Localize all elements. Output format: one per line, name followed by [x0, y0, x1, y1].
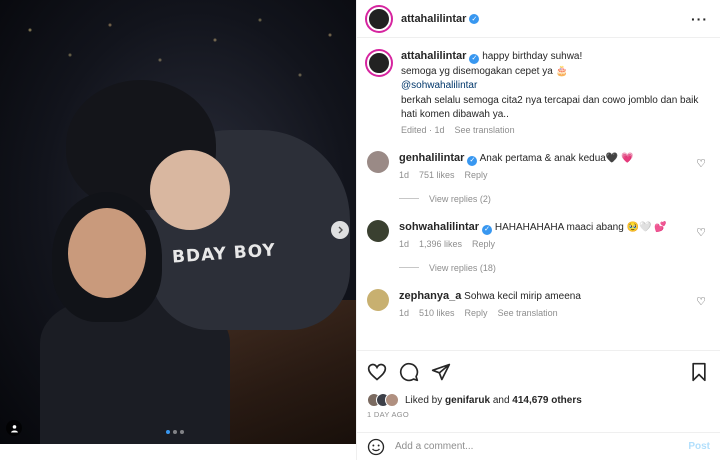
- comments-list[interactable]: attahalilintar ✓ happy birthday suhwa! se…: [357, 39, 720, 349]
- comment-time: 1d: [399, 307, 410, 318]
- comment-avatar[interactable]: [367, 288, 389, 311]
- comment-time: 1d: [399, 238, 410, 249]
- comment-text: Sohwa kecil mirip ameena: [464, 290, 581, 302]
- comment-username[interactable]: genhalilintar: [399, 152, 464, 164]
- author-username[interactable]: attahalilintar: [401, 13, 466, 25]
- comment-text: Anak pertama & anak kedua🖤 💗: [479, 152, 634, 164]
- comment-likes[interactable]: 1,396 likes: [419, 237, 462, 251]
- comment-username[interactable]: sohwahalilintar: [399, 221, 479, 233]
- more-icon[interactable]: ···: [691, 11, 708, 27]
- carousel-indicator: [166, 430, 184, 434]
- comment-username[interactable]: zephanya_a: [399, 290, 461, 302]
- post-photo[interactable]: BDAY BOY: [0, 0, 356, 444]
- chevron-right-icon: [338, 226, 343, 234]
- liker-avatar[interactable]: [385, 393, 399, 407]
- reply-button[interactable]: Reply: [472, 237, 495, 251]
- replies-divider: [399, 267, 419, 268]
- comment-text: HAHAHAHAHA maaci abang 🥹🤍 💕: [494, 221, 667, 233]
- caption-avatar[interactable]: [367, 51, 391, 75]
- likes-summary: Liked by genifaruk and 414,679 others: [367, 393, 708, 407]
- verified-icon: ✓: [467, 155, 478, 166]
- likes-count[interactable]: 414,679 others: [512, 395, 582, 406]
- caption-edited-time: Edited · 1d: [401, 124, 445, 135]
- liked-by-prefix: Liked by: [405, 394, 443, 406]
- replies-divider: [399, 198, 419, 199]
- action-bar: Liked by genifaruk and 414,679 others 1 …: [357, 350, 720, 419]
- comment-like-heart-icon[interactable]: ♡: [696, 157, 706, 170]
- view-replies-label[interactable]: View replies (2): [429, 194, 491, 204]
- tag-user-button[interactable]: [6, 420, 22, 436]
- caption-username[interactable]: attahalilintar: [401, 50, 466, 62]
- add-comment-input[interactable]: [395, 441, 679, 452]
- carousel-dot: [173, 430, 177, 434]
- caption-mention[interactable]: @sohwahalilintar: [401, 80, 477, 91]
- person-boy-face: [150, 150, 230, 230]
- liked-by-user[interactable]: genifaruk: [445, 395, 490, 406]
- tag-user-icon: [10, 424, 18, 433]
- view-replies[interactable]: View replies (2): [399, 194, 708, 204]
- comment-item: sohwahalilintar ✓ HAHAHAHAHA maaci abang …: [367, 219, 708, 251]
- view-replies[interactable]: View replies (18): [399, 263, 708, 273]
- add-comment-bar: Post: [357, 432, 720, 460]
- comment-likes[interactable]: 751 likes: [419, 168, 455, 182]
- bookmark-icon[interactable]: [690, 362, 708, 382]
- comment-time: 1d: [399, 169, 410, 180]
- see-translation-link[interactable]: See translation: [498, 306, 558, 320]
- comment-avatar[interactable]: [367, 150, 389, 173]
- carousel-dot: [166, 430, 170, 434]
- author-avatar[interactable]: [367, 6, 391, 31]
- see-translation-link[interactable]: See translation: [455, 125, 515, 135]
- liked-by-joiner: and: [492, 394, 510, 406]
- heart-icon[interactable]: [367, 362, 387, 382]
- comment-icon[interactable]: [399, 362, 419, 382]
- post-side-panel: attahalilintar ✓ ··· attahalilintar ✓ hap…: [356, 0, 720, 460]
- caption: attahalilintar ✓ happy birthday suhwa! se…: [367, 49, 708, 135]
- comment-like-heart-icon[interactable]: ♡: [696, 226, 706, 239]
- view-replies-label[interactable]: View replies (18): [429, 263, 496, 273]
- comment-likes[interactable]: 510 likes: [419, 306, 455, 320]
- carousel-dot: [180, 430, 184, 434]
- verified-icon: ✓: [469, 54, 480, 65]
- reply-button[interactable]: Reply: [465, 168, 488, 182]
- post-comment-button[interactable]: Post: [688, 441, 710, 452]
- comment-item: zephanya_a Sohwa kecil mirip ameena 1d 5…: [367, 288, 708, 320]
- share-icon[interactable]: [431, 362, 451, 382]
- comment-avatar[interactable]: [367, 219, 389, 242]
- verified-icon: ✓: [469, 13, 480, 24]
- caption-line: berkah selalu semoga cita2 nya tercapai …: [401, 94, 699, 121]
- comment-like-heart-icon[interactable]: ♡: [696, 295, 706, 308]
- carousel-next-button[interactable]: [331, 221, 349, 239]
- caption-line: semoga yg disemogakan cepet ya 🎂: [401, 65, 568, 77]
- comment-item: genhalilintar ✓ Anak pertama & anak kedua…: [367, 150, 708, 182]
- verified-icon: ✓: [482, 224, 493, 235]
- emoji-icon[interactable]: [367, 438, 385, 456]
- post-viewer: BDAY BOY attahalilintar ✓ ··· attahalili…: [0, 0, 720, 460]
- post-header: attahalilintar ✓ ···: [357, 0, 720, 38]
- post-timestamp: 1 DAY AGO: [367, 410, 410, 419]
- person-girl-face: [68, 208, 146, 298]
- reply-button[interactable]: Reply: [465, 306, 488, 320]
- caption-line: happy birthday suhwa!: [482, 51, 583, 62]
